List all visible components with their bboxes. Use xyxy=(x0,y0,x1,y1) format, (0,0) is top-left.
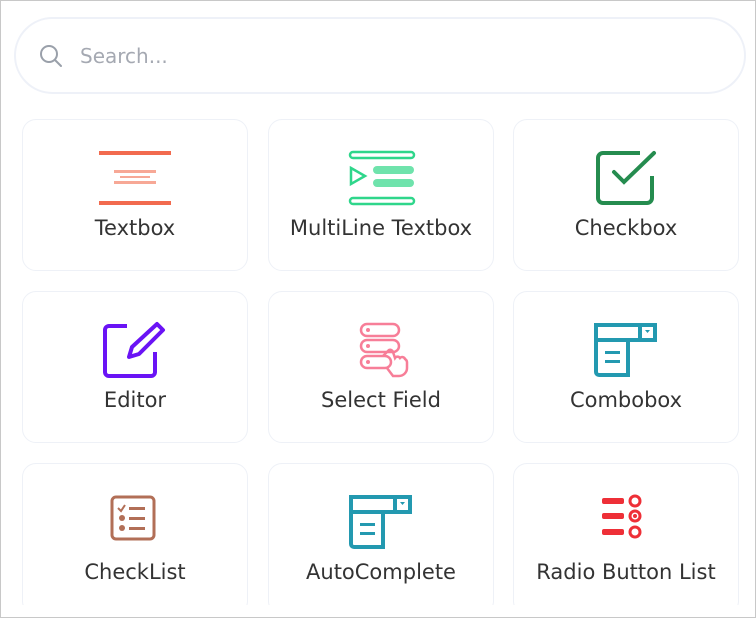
item-label: Editor xyxy=(103,388,167,412)
item-checkbox[interactable]: Checkbox xyxy=(513,119,739,271)
item-radio-button-list[interactable]: Radio Button List xyxy=(513,463,739,605)
panel: Textbox MultiLine Textbox Checkbox Edito… xyxy=(0,0,756,618)
item-select-field[interactable]: Select Field xyxy=(268,291,494,443)
item-multiline-textbox[interactable]: MultiLine Textbox xyxy=(268,119,494,271)
radio-button-list-icon xyxy=(602,494,642,539)
item-label: Checkbox xyxy=(574,216,678,240)
checklist-icon xyxy=(110,495,156,541)
item-checklist[interactable]: CheckList xyxy=(22,463,248,605)
search-icon xyxy=(40,44,62,67)
item-label: Textbox xyxy=(94,216,176,240)
item-label: AutoComplete xyxy=(306,560,456,584)
combobox-icon xyxy=(594,323,657,377)
search-input[interactable] xyxy=(80,43,680,68)
item-label: Select Field xyxy=(321,388,441,412)
component-list[interactable]: Textbox MultiLine Textbox Checkbox Edito… xyxy=(2,2,754,605)
autocomplete-icon xyxy=(349,495,412,549)
item-label: MultiLine Textbox xyxy=(289,216,473,240)
item-combobox[interactable]: Combobox xyxy=(513,291,739,443)
multiline-textbox-icon xyxy=(348,150,416,206)
select-field-icon xyxy=(359,322,409,378)
item-label: CheckList xyxy=(84,560,186,584)
item-autocomplete[interactable]: AutoComplete xyxy=(268,463,494,605)
item-label: Combobox xyxy=(569,388,683,412)
item-label: Radio Button List xyxy=(536,560,716,584)
item-editor[interactable]: Editor xyxy=(22,291,248,443)
checkbox-icon xyxy=(596,151,656,205)
editor-icon xyxy=(103,322,165,378)
item-textbox[interactable]: Textbox xyxy=(22,119,248,271)
search-box[interactable] xyxy=(14,17,746,94)
textbox-icon xyxy=(99,151,171,205)
